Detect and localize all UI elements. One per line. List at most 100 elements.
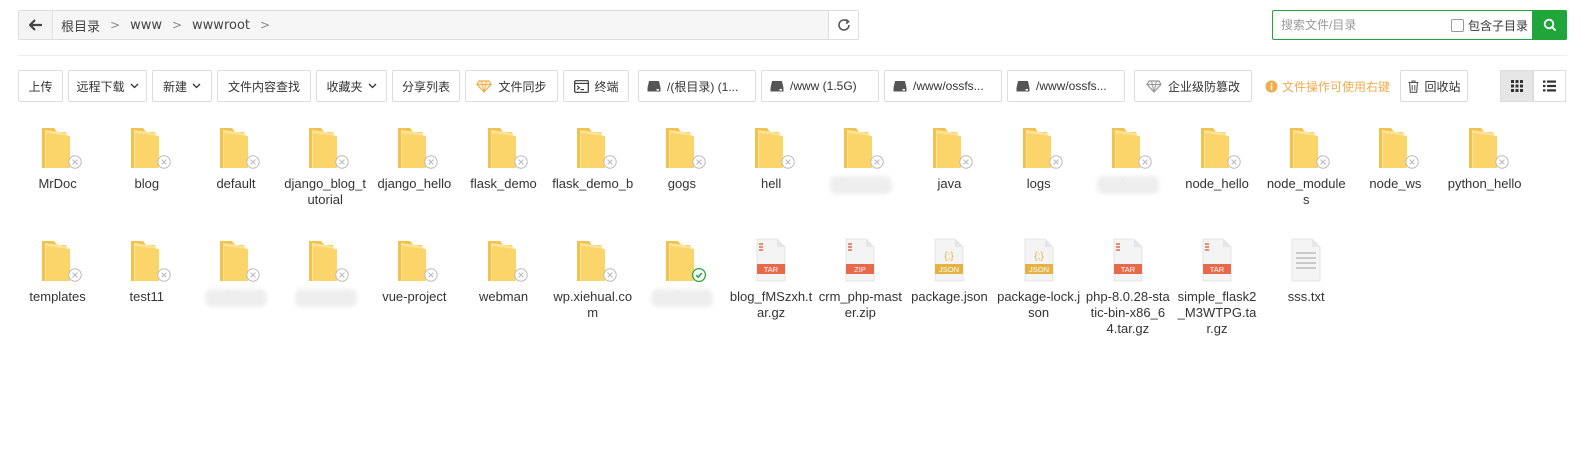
breadcrumb-root[interactable]: 根目录 bbox=[61, 16, 100, 35]
back-button[interactable] bbox=[19, 11, 53, 39]
redaction-blur bbox=[294, 289, 357, 307]
remote-download-button[interactable]: 远程下载 bbox=[68, 70, 147, 102]
file-name: package-lock.json bbox=[997, 289, 1081, 320]
recycle-bin-label: 回收站 bbox=[1424, 79, 1461, 94]
file-name: test11 bbox=[129, 289, 164, 304]
unprotected-icon bbox=[1405, 155, 1420, 169]
search-input[interactable] bbox=[1273, 11, 1451, 39]
svg-text:ZIP: ZIP bbox=[854, 265, 866, 274]
breadcrumb-wwwroot[interactable]: wwwroot bbox=[192, 18, 250, 33]
file-name: django_hello bbox=[377, 176, 452, 191]
svg-text:JSON: JSON bbox=[1029, 265, 1049, 274]
include-subdir-label: 包含子目录 bbox=[1467, 18, 1528, 33]
checkbox-icon bbox=[1450, 18, 1464, 32]
file-sync-button[interactable]: 文件同步 bbox=[465, 70, 558, 102]
share-list-button[interactable]: 分享列表 bbox=[392, 70, 460, 102]
unprotected-icon bbox=[1227, 155, 1241, 169]
folder-item[interactable]: flask_demo bbox=[459, 124, 548, 237]
search-button[interactable] bbox=[1532, 10, 1567, 40]
file-name: wp.xiehual.com bbox=[553, 289, 633, 320]
chevron-down-icon bbox=[192, 83, 201, 89]
folder-icon bbox=[482, 124, 528, 170]
unprotected-icon bbox=[513, 268, 528, 282]
svg-text:TAR: TAR bbox=[1121, 265, 1136, 274]
file-item[interactable]: TAR simple_flask2_M3WTPG.tar.gz bbox=[1172, 237, 1261, 350]
file-item[interactable]: TAR php-8.0.28-static-bin-x86_64.tar.gz bbox=[1083, 237, 1172, 350]
content-search-button[interactable]: 文件内容查找 bbox=[217, 70, 311, 102]
unprotected-icon bbox=[424, 268, 439, 282]
folder-item[interactable]: in com bbox=[816, 124, 905, 237]
folder-item[interactable]: python_hello bbox=[1440, 124, 1529, 237]
toolbar: 上传 远程下载 新建 文件内容查找 收藏夹 分享列表 文件同步 终端 /(根目录… bbox=[18, 70, 1473, 102]
file-name: MrDoc bbox=[38, 176, 77, 191]
grid-view-button[interactable] bbox=[1500, 70, 1533, 102]
folder-icon bbox=[303, 124, 349, 170]
upload-button[interactable]: 上传 bbox=[18, 70, 63, 102]
file-item[interactable]: {;} JSON package.json bbox=[905, 237, 994, 350]
recycle-bin-button[interactable]: 回收站 bbox=[1400, 70, 1469, 102]
trash-icon bbox=[1408, 79, 1419, 93]
folder-icon bbox=[838, 124, 884, 170]
folder-icon bbox=[1195, 124, 1241, 170]
arrow-left-icon bbox=[28, 19, 42, 31]
folder-item[interactable]: com bbox=[281, 237, 370, 350]
folder-item[interactable]: django_blog_tutorial bbox=[281, 124, 370, 237]
tamper-proof-button[interactable]: 企业级防篡改 bbox=[1134, 70, 1252, 102]
folder-item[interactable]: ua l.com bbox=[1083, 124, 1172, 237]
folder-item[interactable]: flask_demo_b bbox=[548, 124, 637, 237]
file-item[interactable]: ZIP crm_php-master.zip bbox=[816, 237, 905, 350]
new-button[interactable]: 新建 bbox=[152, 70, 212, 102]
file-item[interactable]: TAR blog_fMSzxh.tar.gz bbox=[727, 237, 816, 350]
folder-item[interactable]: blog bbox=[102, 124, 191, 237]
folder-icon bbox=[303, 237, 349, 283]
favorites-button[interactable]: 收藏夹 bbox=[316, 70, 387, 102]
folder-icon bbox=[125, 124, 171, 170]
terminal-button[interactable]: 终端 bbox=[563, 70, 629, 102]
unprotected-icon bbox=[67, 268, 82, 282]
disk-ossfs-2-button[interactable]: /www/ossfs... bbox=[1007, 70, 1125, 102]
folder-item[interactable]: MrDoc bbox=[13, 124, 102, 237]
breadcrumb-www[interactable]: www bbox=[130, 18, 162, 33]
folder-item[interactable]: node_ws bbox=[1351, 124, 1440, 237]
folder-icon bbox=[571, 124, 617, 170]
disk-root-button[interactable]: /(根目录) (1... bbox=[638, 70, 756, 102]
folder-item[interactable]: gogs bbox=[637, 124, 726, 237]
disk-www-button[interactable]: /www (1.5G) bbox=[761, 70, 879, 102]
folder-icon bbox=[392, 237, 439, 283]
include-subdir-checkbox[interactable]: 包含子目录 bbox=[1450, 17, 1528, 34]
disk-ossfs-1-label: /www/ossfs... bbox=[913, 79, 984, 93]
file-name: gogs bbox=[667, 176, 696, 191]
list-view-button[interactable] bbox=[1533, 70, 1566, 102]
folder-item[interactable]: node_hello bbox=[1172, 124, 1261, 237]
folder-item[interactable]: django_hello bbox=[370, 124, 459, 237]
folder-item[interactable]: ieh bbox=[191, 237, 280, 350]
folder-item[interactable]: hell bbox=[727, 124, 816, 237]
disk-ossfs-1-button[interactable]: /www/ossfs... bbox=[884, 70, 1002, 102]
file-item[interactable]: {;} JSON package-lock.json bbox=[994, 237, 1083, 350]
folder-item[interactable]: test11 bbox=[102, 237, 191, 350]
file-name: node_ws bbox=[1369, 176, 1422, 191]
folder-item[interactable]: ww l.com bbox=[637, 237, 726, 350]
folder-item[interactable]: default bbox=[191, 124, 280, 237]
folder-item[interactable]: templates bbox=[13, 237, 102, 350]
unprotected-icon bbox=[959, 155, 974, 169]
folder-item[interactable]: webman bbox=[459, 237, 548, 350]
file-name: simple_flask2_M3WTPG.tar.gz bbox=[1177, 289, 1257, 336]
folder-item[interactable]: node_modules bbox=[1262, 124, 1351, 237]
folder-item[interactable]: wp.xiehual.com bbox=[548, 237, 637, 350]
folder-item[interactable]: vue-project bbox=[370, 237, 459, 350]
tamper-proof-label: 企业级防篡改 bbox=[1167, 79, 1240, 94]
chevron-down-icon bbox=[130, 83, 139, 89]
folder-item[interactable]: logs bbox=[994, 124, 1083, 237]
diamond-icon bbox=[476, 79, 493, 93]
list-icon bbox=[1543, 80, 1556, 92]
redaction-blur bbox=[651, 289, 714, 307]
refresh-button[interactable] bbox=[828, 11, 858, 39]
search-icon bbox=[1543, 18, 1556, 32]
file-name: python_hello bbox=[1447, 176, 1522, 191]
file-name: django_blog_tutorial bbox=[284, 176, 366, 207]
diamond-icon bbox=[1146, 79, 1162, 93]
unprotected-icon bbox=[424, 155, 439, 169]
folder-item[interactable]: java bbox=[905, 124, 994, 237]
file-item[interactable]: sss.txt bbox=[1262, 237, 1351, 350]
